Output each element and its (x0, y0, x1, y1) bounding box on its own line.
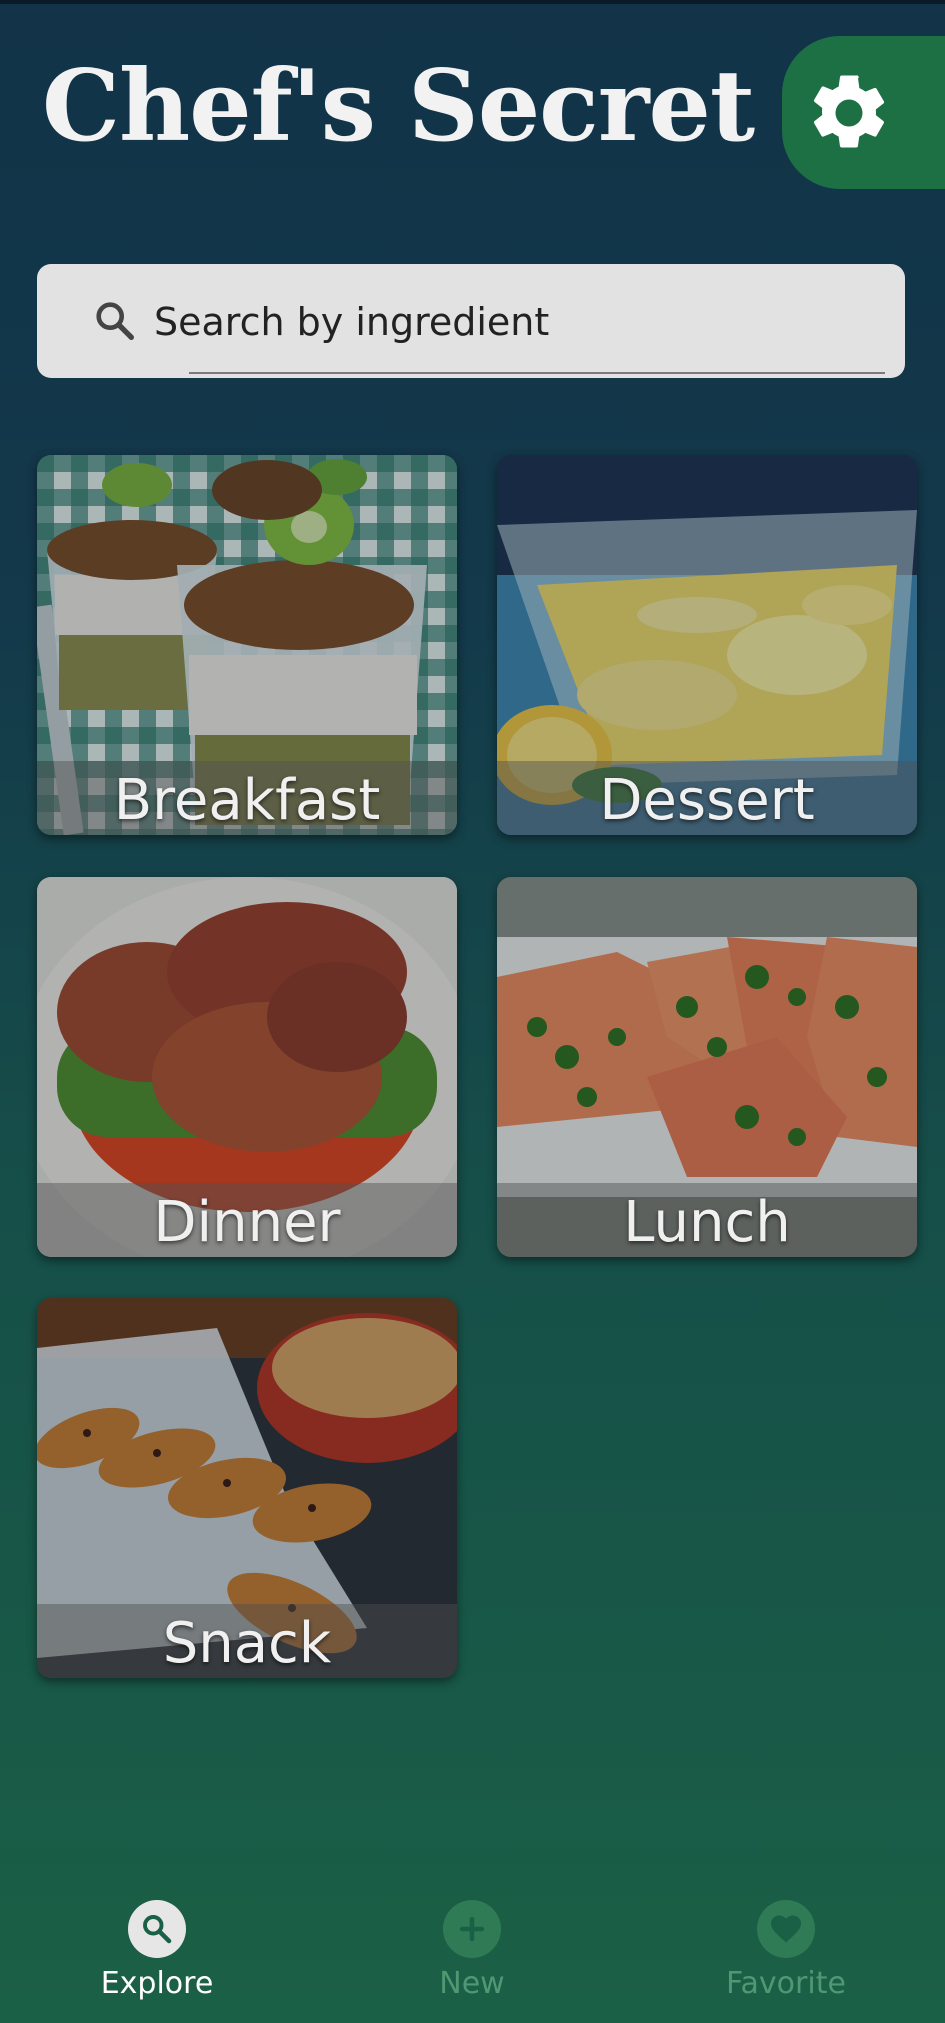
plus-icon (443, 1900, 501, 1958)
category-label: Lunch (623, 1190, 791, 1255)
search-bar[interactable] (37, 264, 905, 378)
category-label: Breakfast (113, 768, 381, 833)
search-icon (128, 1900, 186, 1958)
search-underline (189, 372, 885, 374)
nav-label: Explore (100, 1966, 214, 2001)
category-tile-dessert[interactable]: Dessert (497, 455, 917, 835)
nav-item-new[interactable]: New (362, 1900, 582, 2001)
status-bar-edge (0, 0, 945, 4)
nav-label: New (439, 1966, 505, 2001)
nav-label: Favorite (726, 1966, 846, 2001)
bottom-navigation: Explore New Favorite (0, 1880, 945, 2023)
category-tile-snack[interactable]: Snack (37, 1298, 457, 1678)
category-tile-dinner[interactable]: Dinner (37, 877, 457, 1257)
category-label: Dinner (153, 1190, 341, 1255)
search-icon (96, 302, 134, 340)
category-label: Dessert (599, 768, 815, 833)
search-input[interactable] (152, 292, 836, 352)
gear-icon (813, 74, 884, 147)
nav-item-explore[interactable]: Explore (47, 1900, 267, 2001)
settings-button[interactable] (782, 36, 945, 189)
category-label: Snack (162, 1611, 332, 1676)
heart-icon (757, 1900, 815, 1958)
category-tile-lunch[interactable]: Lunch (497, 877, 917, 1257)
app-title: Chef's Secret (42, 49, 755, 164)
nav-item-favorite[interactable]: Favorite (676, 1900, 896, 2001)
category-tile-breakfast[interactable]: Breakfast (37, 455, 457, 835)
